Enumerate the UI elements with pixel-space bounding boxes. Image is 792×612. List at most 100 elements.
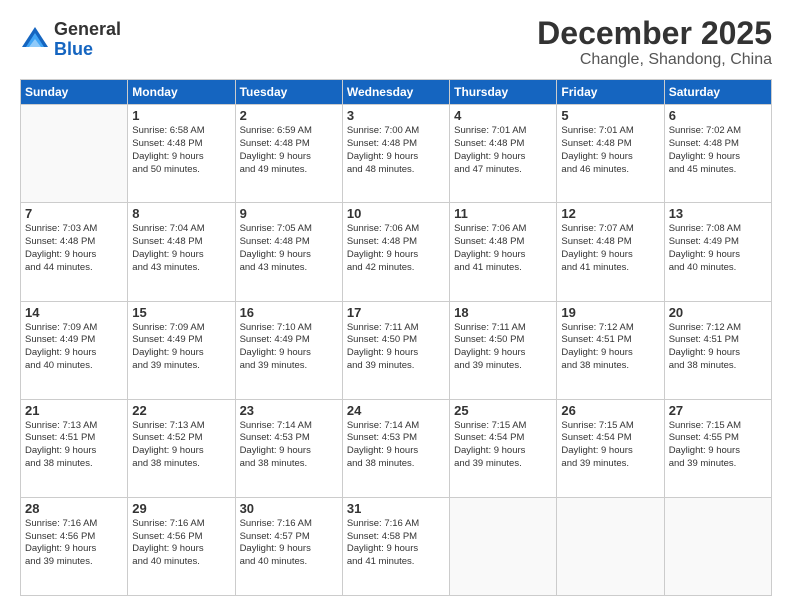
calendar-table: Sunday Monday Tuesday Wednesday Thursday… [20,79,772,596]
day-number: 19 [561,305,659,320]
day-number: 7 [25,206,123,221]
day-number: 14 [25,305,123,320]
day-number: 5 [561,108,659,123]
calendar-cell: 18 Sunrise: 7:11 AM Sunset: 4:50 PM Dayli… [450,301,557,399]
day-info: Sunrise: 7:16 AM Sunset: 4:57 PM Dayligh… [240,518,338,569]
day-info: Sunrise: 7:09 AM Sunset: 4:49 PM Dayligh… [25,322,123,373]
calendar-cell: 3 Sunrise: 7:00 AM Sunset: 4:48 PM Daylig… [342,105,449,203]
calendar-cell: 8 Sunrise: 7:04 AM Sunset: 4:48 PM Daylig… [128,203,235,301]
day-info: Sunrise: 7:12 AM Sunset: 4:51 PM Dayligh… [561,322,659,373]
day-number: 9 [240,206,338,221]
calendar-title: December 2025 [537,16,772,51]
day-number: 11 [454,206,552,221]
day-number: 28 [25,501,123,516]
day-number: 31 [347,501,445,516]
day-info: Sunrise: 7:04 AM Sunset: 4:48 PM Dayligh… [132,223,230,274]
calendar-cell: 13Sunrise: 7:08 AM Sunset: 4:49 PM Dayli… [664,203,771,301]
calendar-cell: 11 Sunrise: 7:06 AM Sunset: 4:48 PM Dayli… [450,203,557,301]
calendar-cell: 27Sunrise: 7:15 AM Sunset: 4:55 PM Dayli… [664,399,771,497]
day-number: 23 [240,403,338,418]
calendar-cell: 28 Sunrise: 7:16 AM Sunset: 4:56 PM Dayli… [21,497,128,595]
day-info: Sunrise: 7:07 AM Sunset: 4:48 PM Dayligh… [561,223,659,274]
header-row: Sunday Monday Tuesday Wednesday Thursday… [21,80,772,105]
calendar-week-5: 28 Sunrise: 7:16 AM Sunset: 4:56 PM Dayli… [21,497,772,595]
day-info: Sunrise: 7:10 AM Sunset: 4:49 PM Dayligh… [240,322,338,373]
calendar-cell: 21 Sunrise: 7:13 AM Sunset: 4:51 PM Dayli… [21,399,128,497]
calendar-cell: 23Sunrise: 7:14 AM Sunset: 4:53 PM Dayli… [235,399,342,497]
calendar-cell: 15Sunrise: 7:09 AM Sunset: 4:49 PM Dayli… [128,301,235,399]
calendar-cell: 19 Sunrise: 7:12 AM Sunset: 4:51 PM Dayli… [557,301,664,399]
calendar-cell: 24 Sunrise: 7:14 AM Sunset: 4:53 PM Dayli… [342,399,449,497]
day-number: 3 [347,108,445,123]
calendar-cell: 22 Sunrise: 7:13 AM Sunset: 4:52 PM Dayli… [128,399,235,497]
logo-icon [20,25,50,55]
day-info: Sunrise: 7:16 AM Sunset: 4:58 PM Dayligh… [347,518,445,569]
page: General Blue December 2025 Changle, Shan… [0,0,792,612]
calendar-cell: 10Sunrise: 7:06 AM Sunset: 4:48 PM Dayli… [342,203,449,301]
day-number: 8 [132,206,230,221]
title-block: December 2025 Changle, Shandong, China [537,16,772,69]
logo: General Blue [20,20,121,60]
day-info: Sunrise: 7:12 AM Sunset: 4:51 PM Dayligh… [669,322,767,373]
calendar-cell: 20 Sunrise: 7:12 AM Sunset: 4:51 PM Dayli… [664,301,771,399]
day-number: 18 [454,305,552,320]
calendar-cell: 26Sunrise: 7:15 AM Sunset: 4:54 PM Dayli… [557,399,664,497]
day-number: 24 [347,403,445,418]
day-number: 6 [669,108,767,123]
day-info: Sunrise: 7:15 AM Sunset: 4:54 PM Dayligh… [454,420,552,471]
day-number: 16 [240,305,338,320]
calendar-cell: 9Sunrise: 7:05 AM Sunset: 4:48 PM Daylig… [235,203,342,301]
day-info: Sunrise: 7:13 AM Sunset: 4:51 PM Dayligh… [25,420,123,471]
calendar-week-3: 14 Sunrise: 7:09 AM Sunset: 4:49 PM Dayli… [21,301,772,399]
calendar-cell: 30Sunrise: 7:16 AM Sunset: 4:57 PM Dayli… [235,497,342,595]
calendar-cell: 7 Sunrise: 7:03 AM Sunset: 4:48 PM Daylig… [21,203,128,301]
col-wednesday: Wednesday [342,80,449,105]
day-info: Sunrise: 7:13 AM Sunset: 4:52 PM Dayligh… [132,420,230,471]
calendar-cell: 12 Sunrise: 7:07 AM Sunset: 4:48 PM Dayli… [557,203,664,301]
day-info: Sunrise: 7:11 AM Sunset: 4:50 PM Dayligh… [347,322,445,373]
calendar-cell: 4Sunrise: 7:01 AM Sunset: 4:48 PM Daylig… [450,105,557,203]
col-sunday: Sunday [21,80,128,105]
calendar-cell: 17 Sunrise: 7:11 AM Sunset: 4:50 PM Dayli… [342,301,449,399]
day-info: Sunrise: 7:00 AM Sunset: 4:48 PM Dayligh… [347,125,445,176]
day-info: Sunrise: 7:01 AM Sunset: 4:48 PM Dayligh… [561,125,659,176]
day-number: 10 [347,206,445,221]
calendar-week-1: 1 Sunrise: 6:58 AM Sunset: 4:48 PM Daylig… [21,105,772,203]
day-info: Sunrise: 6:58 AM Sunset: 4:48 PM Dayligh… [132,125,230,176]
col-tuesday: Tuesday [235,80,342,105]
header: General Blue December 2025 Changle, Shan… [20,16,772,69]
day-number: 20 [669,305,767,320]
day-number: 21 [25,403,123,418]
calendar-cell [664,497,771,595]
day-info: Sunrise: 6:59 AM Sunset: 4:48 PM Dayligh… [240,125,338,176]
calendar-week-2: 7 Sunrise: 7:03 AM Sunset: 4:48 PM Daylig… [21,203,772,301]
day-number: 27 [669,403,767,418]
day-number: 25 [454,403,552,418]
col-friday: Friday [557,80,664,105]
day-number: 12 [561,206,659,221]
day-info: Sunrise: 7:01 AM Sunset: 4:48 PM Dayligh… [454,125,552,176]
day-info: Sunrise: 7:16 AM Sunset: 4:56 PM Dayligh… [132,518,230,569]
logo-general: General [54,20,121,40]
day-number: 17 [347,305,445,320]
calendar-cell: 31 Sunrise: 7:16 AM Sunset: 4:58 PM Dayli… [342,497,449,595]
calendar-cell: 29Sunrise: 7:16 AM Sunset: 4:56 PM Dayli… [128,497,235,595]
day-info: Sunrise: 7:11 AM Sunset: 4:50 PM Dayligh… [454,322,552,373]
calendar-cell: 2Sunrise: 6:59 AM Sunset: 4:48 PM Daylig… [235,105,342,203]
calendar-cell [557,497,664,595]
calendar-cell: 16 Sunrise: 7:10 AM Sunset: 4:49 PM Dayli… [235,301,342,399]
day-number: 1 [132,108,230,123]
calendar-week-4: 21 Sunrise: 7:13 AM Sunset: 4:51 PM Dayli… [21,399,772,497]
col-monday: Monday [128,80,235,105]
day-number: 26 [561,403,659,418]
day-info: Sunrise: 7:16 AM Sunset: 4:56 PM Dayligh… [25,518,123,569]
day-info: Sunrise: 7:14 AM Sunset: 4:53 PM Dayligh… [347,420,445,471]
day-info: Sunrise: 7:03 AM Sunset: 4:48 PM Dayligh… [25,223,123,274]
logo-text: General Blue [54,20,121,60]
day-info: Sunrise: 7:09 AM Sunset: 4:49 PM Dayligh… [132,322,230,373]
day-number: 22 [132,403,230,418]
day-info: Sunrise: 7:08 AM Sunset: 4:49 PM Dayligh… [669,223,767,274]
day-info: Sunrise: 7:02 AM Sunset: 4:48 PM Dayligh… [669,125,767,176]
calendar-cell [450,497,557,595]
day-info: Sunrise: 7:06 AM Sunset: 4:48 PM Dayligh… [454,223,552,274]
